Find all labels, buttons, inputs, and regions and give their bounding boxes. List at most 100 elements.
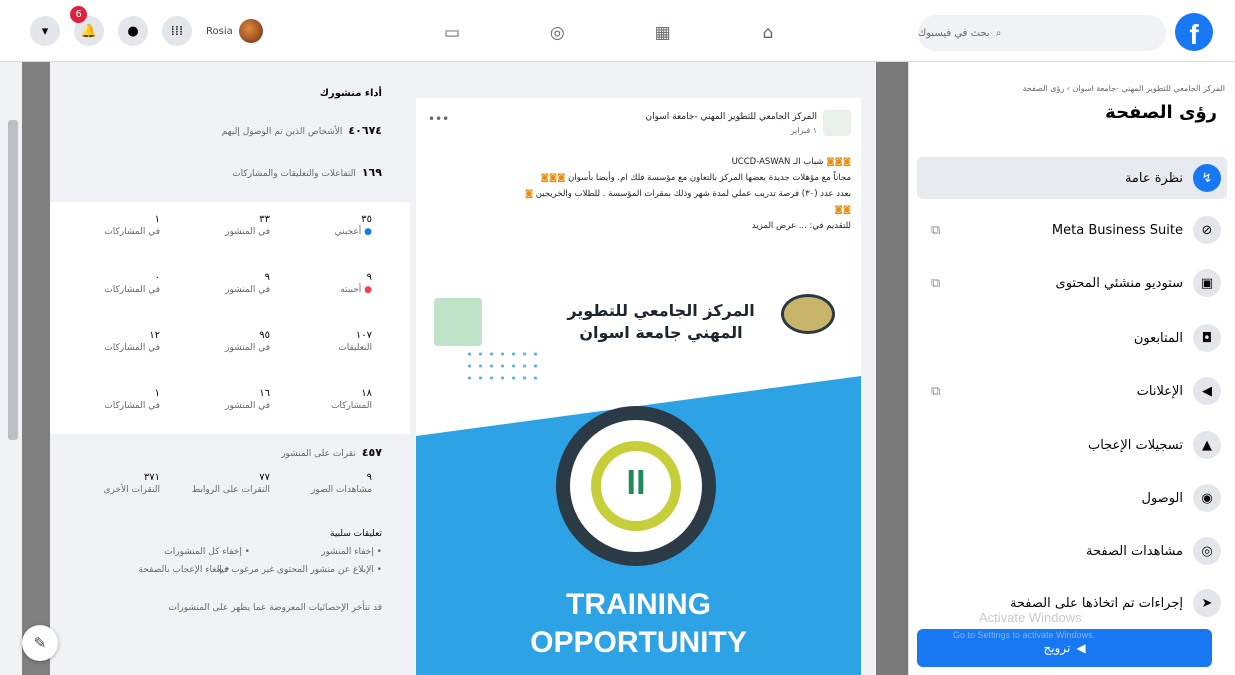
- reactions-breakdown: ٣٥ ● أعجبني ٣٣ في المنشور ١ في المشاركات ٩ ●…: [50, 202, 410, 434]
- engagement-value: ١٦٩: [361, 166, 382, 179]
- profile-name: Rosia: [206, 25, 233, 37]
- avatar: [238, 19, 263, 43]
- home-tab[interactable]: ⌂: [756, 22, 780, 44]
- dim-overlay-strip: [22, 62, 50, 675]
- post-text-line: مجاناً مع مؤهلات جديدة بعضها المركز بالت…: [540, 173, 851, 183]
- negative-item: • الإبلاغ عن منشور المحتوى غير مرغوب فيه: [216, 565, 382, 575]
- marketplace-tab[interactable]: ▦: [651, 22, 675, 44]
- negative-item: • إخفاء المنشور: [321, 547, 382, 557]
- loves-total: ٩ ● أحببته: [340, 272, 372, 295]
- engagement-row: ١٦٩ التفاعلات والتعليقات والمشاركات: [232, 166, 382, 179]
- megaphone-icon: ◀: [1193, 377, 1221, 405]
- insights-sidebar: المركز الجامعي للتطوير المهني -جامعة اسو…: [908, 62, 1235, 675]
- sidebar-item-creator-studio[interactable]: ▣ ستوديو منشئي المحتوى ⧉: [917, 262, 1227, 304]
- likes-on-shares: ١ في المشاركات: [104, 214, 160, 237]
- loves-on-shares: ٠ في المشاركات: [104, 272, 160, 295]
- dim-overlay-strip: [876, 62, 908, 675]
- more-options-icon[interactable]: •••: [428, 112, 449, 126]
- edit-icon: ✎: [33, 634, 47, 652]
- loves-on-post: ٩ في المنشور: [225, 272, 270, 295]
- image-title: المركز الجامعي للتطوير المهني جامعة اسوا…: [567, 301, 755, 342]
- search-placeholder: بحث في فيسبوك: [918, 27, 990, 39]
- reach-row: ٤٠٦٧٤ الأشخاص الذين تم الوصول إليهم: [222, 124, 382, 137]
- engagement-label: التفاعلات والتعليقات والمشاركات: [232, 169, 356, 179]
- messenger-icon: ●: [127, 23, 139, 39]
- scrollbar[interactable]: [8, 120, 18, 440]
- notifications-button[interactable]: 🔔 6: [70, 6, 104, 46]
- shares-total: ١٨ المشاركات: [330, 388, 372, 411]
- chevron-down-icon: ▾: [41, 23, 49, 39]
- photo-views: ٩ مشاهدات الصور: [311, 472, 372, 495]
- post-card: المركز الجامعي للتطوير المهني -جامعة اسو…: [416, 98, 861, 675]
- post-text-line: ◙◙◙ شباب الـ UCCD-ASWAN: [731, 157, 851, 167]
- clicks-label: نقرات على المنشور: [281, 449, 356, 459]
- followers-icon: ◘: [1193, 324, 1221, 352]
- creator-studio-icon: ▣: [1193, 269, 1221, 297]
- other-clicks: ٣٧١ النقرات الأخرى: [103, 472, 160, 495]
- negative-item: • إخفاء كل المنشورات: [164, 547, 250, 557]
- external-link-icon: ⧉: [931, 383, 941, 399]
- post-preview-area: المركز الجامعي للتطوير المهني -جامعة اسو…: [410, 62, 876, 675]
- sidebar-item-page-views[interactable]: ◎ مشاهدات الصفحة: [917, 530, 1227, 572]
- negative-item: • إلغاء الإعجاب بالصفحة: [138, 565, 230, 575]
- training-opportunity-text: TRAINING OPPORTUNITY: [530, 588, 747, 659]
- page-logo[interactable]: [823, 110, 851, 136]
- notification-badge: 6: [70, 6, 87, 23]
- sidebar-item-followers[interactable]: ◘ المتابعون: [917, 317, 1227, 359]
- comments-on-post: ٩٥ في المنشور: [225, 330, 270, 353]
- bell-icon: 🔔: [80, 23, 98, 39]
- insights-footnote: قد تتأخر الإحصائيات المعروضة عما يظهر عل…: [168, 603, 382, 613]
- sidebar-item-ads[interactable]: ◀ الإعلانات ⧉: [917, 370, 1227, 412]
- meta-business-icon: ⊘: [1193, 216, 1221, 244]
- post-insights-panel: أداء منشورك ٤٠٦٧٤ الأشخاص الذين تم الوصو…: [50, 62, 410, 675]
- reach-icon: ◉: [1193, 484, 1221, 512]
- shares-on-post: ١٦ في المنشور: [225, 388, 270, 411]
- breadcrumb[interactable]: المركز الجامعي للتطوير المهني -جامعة اسو…: [1023, 84, 1225, 93]
- center-seal: [781, 294, 835, 334]
- dot-pattern: [464, 348, 544, 388]
- likes-total: ٣٥ ● أعجبني: [334, 214, 372, 237]
- external-link-icon: ⧉: [931, 222, 941, 238]
- profile-shortcut[interactable]: Rosia: [206, 19, 263, 43]
- see-more-link[interactable]: للتقديم في: ... عرض المزيد: [431, 220, 851, 233]
- gaming-icon: ▭: [443, 23, 461, 43]
- statue-logo: [434, 298, 482, 346]
- post-image[interactable]: المركز الجامعي للتطوير المهني جامعة اسوا…: [416, 286, 861, 675]
- post-timestamp[interactable]: ١ فبراير: [791, 126, 817, 135]
- windows-activation-watermark: Activate Windows: [979, 610, 1082, 625]
- megaphone-icon: ◀: [1076, 641, 1086, 655]
- facebook-logo[interactable]: f: [1175, 13, 1213, 51]
- groups-icon: ◎: [549, 23, 565, 43]
- groups-tab[interactable]: ◎: [545, 22, 569, 44]
- home-icon: ⌂: [762, 23, 774, 43]
- search-icon: ⌕: [995, 27, 1002, 39]
- clicks-value: ٤٥٧: [361, 446, 382, 459]
- sidebar-item-likes[interactable]: ▲ تسجيلات الإعجاب: [917, 424, 1227, 466]
- account-menu-button[interactable]: ▾: [30, 16, 60, 46]
- comments-total: ١٠٧ التعليقات: [338, 330, 372, 353]
- messenger-button[interactable]: ●: [118, 16, 148, 46]
- clicks-row: ٤٥٧ نقرات على المنشور: [281, 446, 382, 459]
- post-page-name[interactable]: المركز الجامعي للتطوير المهني -جامعة اسو…: [645, 112, 817, 122]
- windows-activation-hint: Go to Settings to activate Windows.: [953, 630, 1096, 640]
- sidebar-item-overview[interactable]: ↯ نظرة عامة: [917, 157, 1227, 199]
- external-link-icon: ⧉: [931, 275, 941, 291]
- page-title: رؤى الصفحة: [1105, 102, 1217, 123]
- reach-label: الأشخاص الذين تم الوصول إليهم: [221, 127, 343, 137]
- likes-on-post: ٣٣ في المنشور: [225, 214, 270, 237]
- search-input[interactable]: ⌕ بحث في فيسبوك: [918, 15, 1166, 51]
- gaming-tab[interactable]: ▭: [440, 22, 464, 44]
- main-nav-tabs: ▭ ◎ ▦ ⌂: [440, 22, 780, 44]
- link-clicks: ٧٧ النقرات على الروابط: [191, 472, 270, 495]
- account-controls: ▾ 🔔 6 ● ⁞⁞⁞ Rosia: [30, 6, 263, 46]
- compose-button[interactable]: ✎: [22, 625, 58, 661]
- thumbs-up-icon: ▲: [1193, 431, 1221, 459]
- overview-icon: ↯: [1193, 164, 1221, 192]
- sidebar-item-reach[interactable]: ◉ الوصول: [917, 477, 1227, 519]
- menu-button[interactable]: ⁞⁞⁞: [162, 16, 192, 46]
- uccd-emblem: ꟾꟾ: [556, 406, 716, 566]
- post-text-line: بعدد عدد (٣٠) فرصة تدريب عملي لمدة شهر و…: [524, 189, 851, 199]
- shares-on-shares: ١ في المشاركات: [104, 388, 160, 411]
- insights-title: أداء منشورك: [319, 88, 382, 99]
- sidebar-item-meta-business-suite[interactable]: ⊘ Meta Business Suite ⧉: [917, 209, 1227, 251]
